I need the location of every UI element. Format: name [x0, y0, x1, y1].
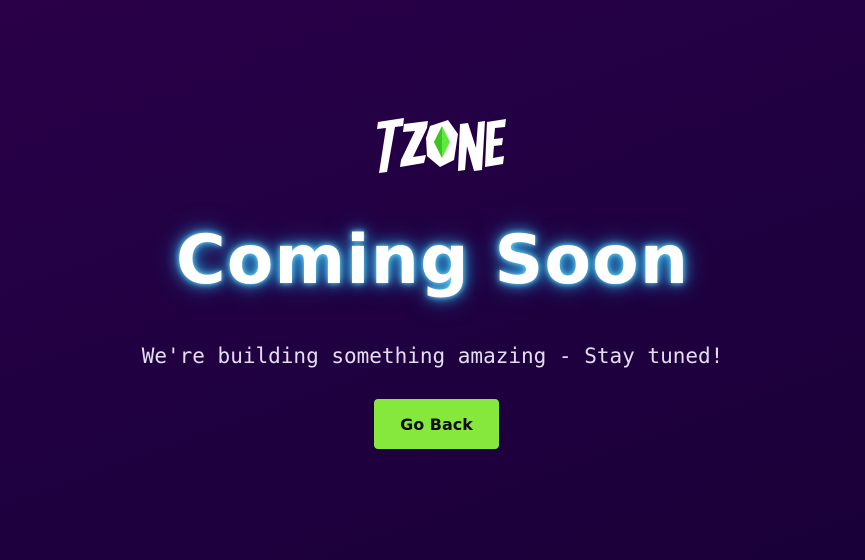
coming-soon-page: Coming Soon We're building something ama…	[0, 0, 865, 560]
go-back-button[interactable]: Go Back	[374, 399, 499, 449]
tagline-text: We're building something amazing - Stay …	[141, 344, 724, 368]
tzone-logo	[377, 118, 506, 173]
page-title: Coming Soon	[175, 221, 690, 300]
